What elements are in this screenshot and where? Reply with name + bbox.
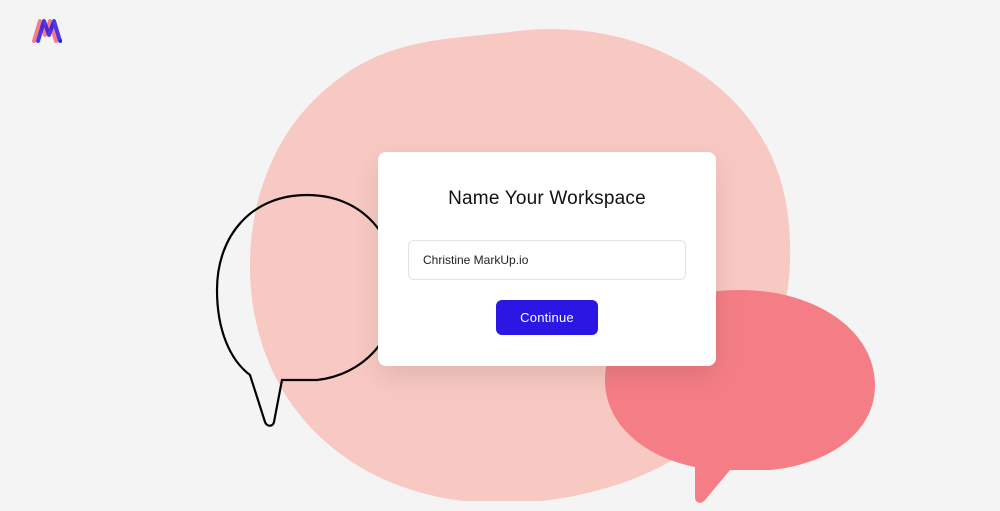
continue-button[interactable]: Continue	[496, 300, 598, 335]
name-workspace-card: Name Your Workspace Continue	[378, 152, 716, 366]
workspace-name-input[interactable]	[408, 240, 686, 280]
markup-logo	[32, 18, 62, 44]
speech-bubble-outline-icon	[212, 190, 402, 430]
card-title: Name Your Workspace	[448, 188, 646, 210]
